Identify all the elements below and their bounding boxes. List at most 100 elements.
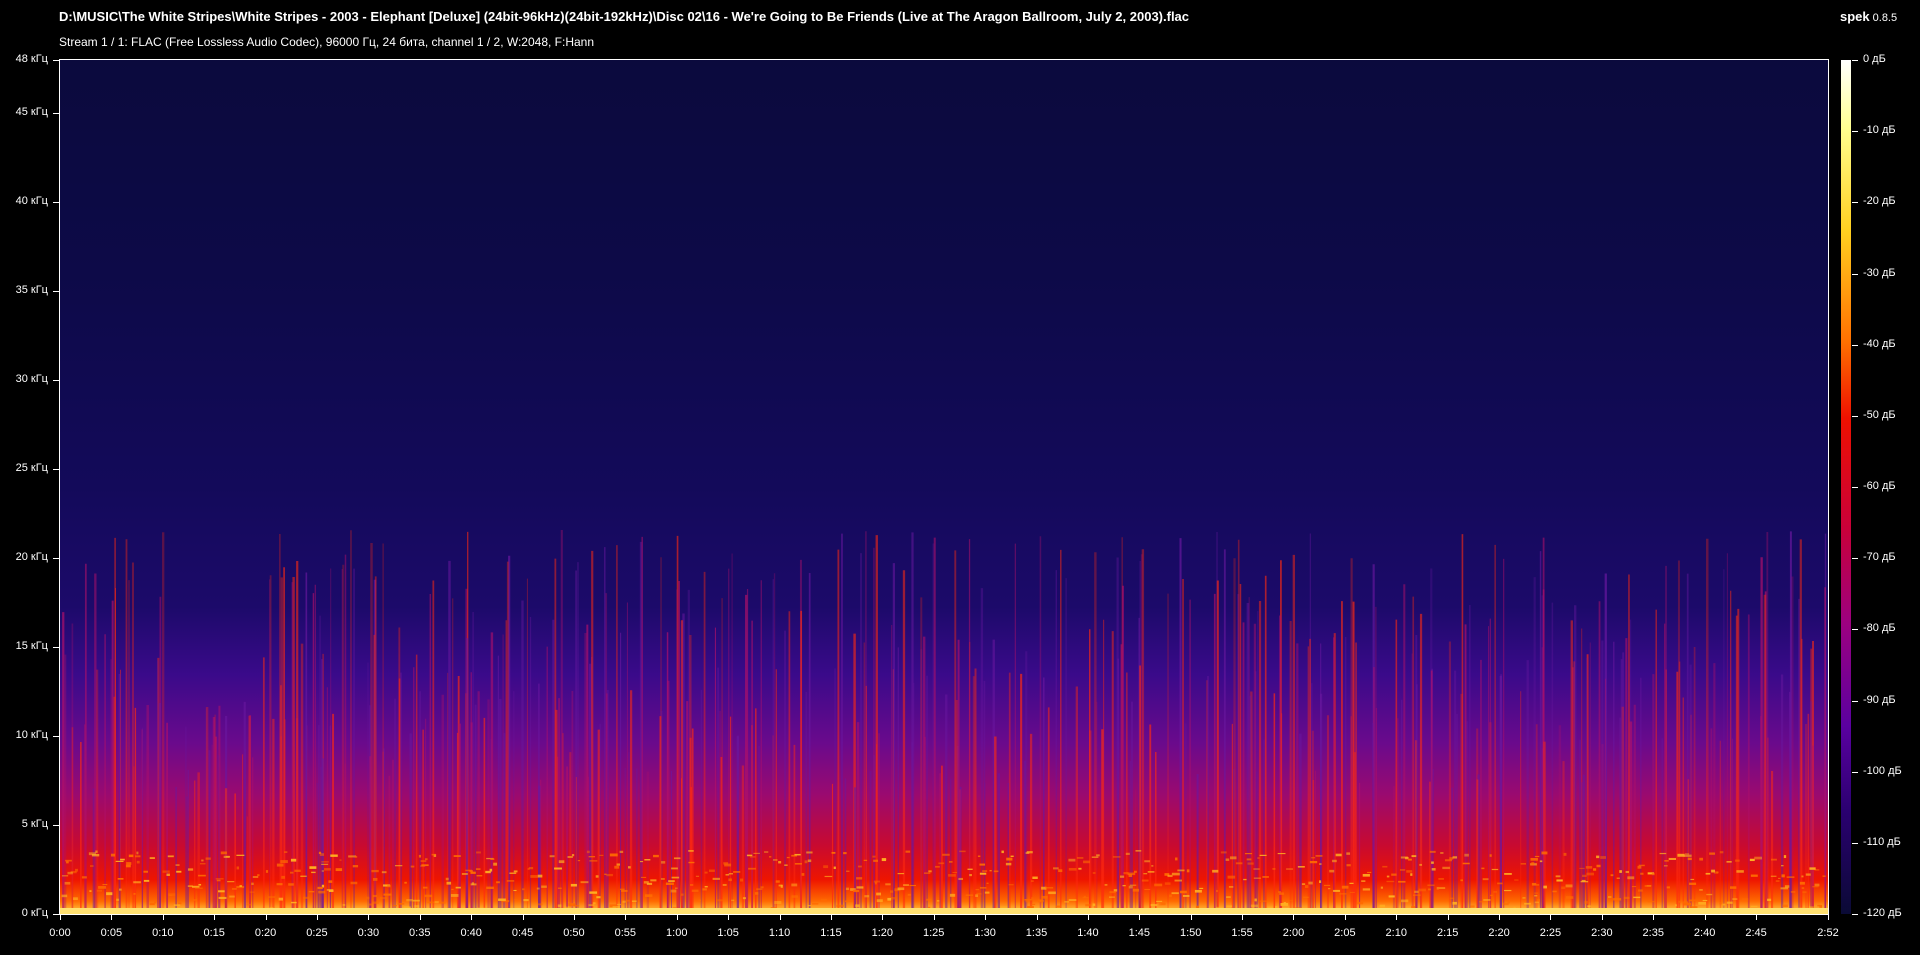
low-freq-speckle bbox=[650, 879, 657, 882]
low-freq-speckle bbox=[573, 905, 580, 907]
low-freq-speckle bbox=[1805, 873, 1811, 876]
low-freq-speckle bbox=[1025, 852, 1030, 854]
low-freq-speckle bbox=[786, 856, 790, 859]
freq-tick-mark bbox=[53, 647, 60, 649]
low-freq-speckle bbox=[708, 869, 715, 872]
low-freq-speckle bbox=[1143, 873, 1148, 875]
low-freq-speckle bbox=[824, 875, 833, 878]
low-freq-speckle bbox=[774, 901, 782, 904]
low-freq-speckle bbox=[1182, 894, 1190, 897]
low-freq-speckle bbox=[1109, 891, 1116, 894]
low-freq-speckle bbox=[450, 894, 459, 897]
low-freq-speckle bbox=[451, 888, 454, 891]
low-freq-speckle bbox=[1161, 902, 1166, 905]
time-tick-label: 1:55 bbox=[1231, 927, 1253, 939]
low-freq-speckle bbox=[106, 892, 113, 896]
time-tick-mark bbox=[1190, 914, 1192, 920]
low-freq-speckle bbox=[949, 893, 956, 897]
time-tick-mark bbox=[214, 914, 216, 920]
low-freq-speckle bbox=[311, 871, 316, 874]
low-freq-speckle bbox=[1303, 896, 1309, 899]
low-freq-speckle bbox=[1522, 897, 1526, 899]
low-freq-speckle bbox=[1460, 879, 1463, 882]
low-freq-speckle bbox=[1543, 885, 1547, 889]
low-freq-speckle bbox=[1186, 869, 1190, 873]
low-freq-speckle bbox=[712, 877, 720, 880]
low-freq-speckle bbox=[1154, 883, 1163, 887]
time-tick-mark bbox=[522, 914, 524, 920]
low-freq-speckle bbox=[1481, 867, 1485, 870]
low-freq-speckle bbox=[856, 886, 864, 889]
freq-tick-mark bbox=[53, 202, 60, 204]
low-freq-speckle bbox=[1156, 900, 1163, 903]
low-freq-speckle bbox=[1167, 874, 1173, 878]
low-freq-speckle bbox=[1254, 898, 1257, 902]
low-freq-speckle bbox=[1041, 895, 1048, 899]
time-tick-label: 1:15 bbox=[820, 927, 842, 939]
low-freq-speckle bbox=[1497, 882, 1503, 885]
time-tick-mark bbox=[111, 914, 113, 920]
low-freq-speckle bbox=[1699, 889, 1703, 891]
low-freq-speckle bbox=[1427, 884, 1435, 887]
low-freq-speckle bbox=[622, 900, 626, 903]
low-freq-speckle bbox=[1812, 885, 1819, 888]
low-freq-speckle bbox=[265, 870, 269, 873]
low-freq-speckle bbox=[168, 893, 176, 897]
low-freq-speckle bbox=[1593, 868, 1597, 871]
low-freq-speckle bbox=[1045, 887, 1054, 889]
freq-tick-label: 35 кГц bbox=[15, 284, 48, 297]
low-freq-speckle bbox=[1406, 870, 1413, 873]
low-freq-speckle bbox=[1247, 862, 1254, 865]
low-freq-speckle bbox=[1058, 869, 1063, 873]
low-freq-speckle bbox=[191, 885, 200, 888]
low-freq-speckle bbox=[1010, 855, 1014, 857]
low-freq-speckle bbox=[698, 899, 701, 902]
low-freq-speckle bbox=[380, 897, 388, 900]
low-freq-speckle bbox=[965, 894, 974, 896]
freq-tick-mark bbox=[53, 469, 60, 471]
time-tick-mark bbox=[830, 914, 832, 920]
low-freq-speckle bbox=[252, 876, 259, 878]
low-freq-speckle bbox=[609, 853, 618, 857]
low-freq-speckle bbox=[843, 852, 847, 855]
low-freq-speckle bbox=[1053, 867, 1059, 870]
freq-tick-label: 15 кГц bbox=[15, 640, 48, 653]
time-tick-mark bbox=[728, 914, 730, 920]
time-tick-label: 1:50 bbox=[1179, 927, 1202, 939]
low-freq-speckle bbox=[926, 898, 932, 901]
low-freq-speckle bbox=[1489, 854, 1492, 857]
low-freq-speckle bbox=[64, 881, 71, 885]
low-freq-speckle bbox=[1711, 869, 1715, 873]
low-freq-speckle bbox=[596, 896, 601, 899]
low-freq-speckle bbox=[128, 854, 134, 858]
low-freq-speckle bbox=[975, 894, 979, 898]
low-freq-speckle bbox=[1438, 887, 1446, 889]
low-freq-speckle bbox=[1637, 889, 1643, 892]
time-tick-mark bbox=[1550, 914, 1552, 920]
time-tick-label: 1:25 bbox=[923, 927, 945, 939]
low-freq-speckle bbox=[764, 851, 769, 853]
low-freq-speckle bbox=[1092, 903, 1096, 906]
low-freq-speckle bbox=[195, 887, 203, 890]
low-freq-speckle bbox=[1530, 857, 1538, 861]
db-tick-label: -90 дБ bbox=[1863, 693, 1896, 706]
low-freq-speckle bbox=[1684, 853, 1690, 855]
low-freq-speckle bbox=[239, 885, 242, 887]
low-freq-speckle bbox=[300, 875, 307, 877]
low-freq-speckle bbox=[424, 858, 428, 861]
low-freq-speckle bbox=[986, 882, 989, 884]
db-tick-label: -60 дБ bbox=[1863, 480, 1896, 492]
low-freq-speckle bbox=[1767, 898, 1772, 902]
time-tick-mark bbox=[368, 914, 370, 920]
low-freq-speckle bbox=[126, 862, 132, 865]
low-freq-speckle bbox=[863, 859, 868, 861]
low-freq-speckle bbox=[205, 857, 211, 860]
low-freq-speckle bbox=[660, 878, 665, 880]
low-freq-speckle bbox=[1719, 851, 1724, 854]
low-freq-speckle bbox=[513, 870, 518, 873]
freq-tick-mark bbox=[53, 380, 60, 382]
stream-info: Stream 1 / 1: FLAC (Free Lossless Audio … bbox=[59, 35, 595, 49]
low-freq-speckle bbox=[65, 859, 72, 862]
low-freq-speckle bbox=[975, 889, 980, 891]
db-tick-mark bbox=[1852, 842, 1858, 844]
